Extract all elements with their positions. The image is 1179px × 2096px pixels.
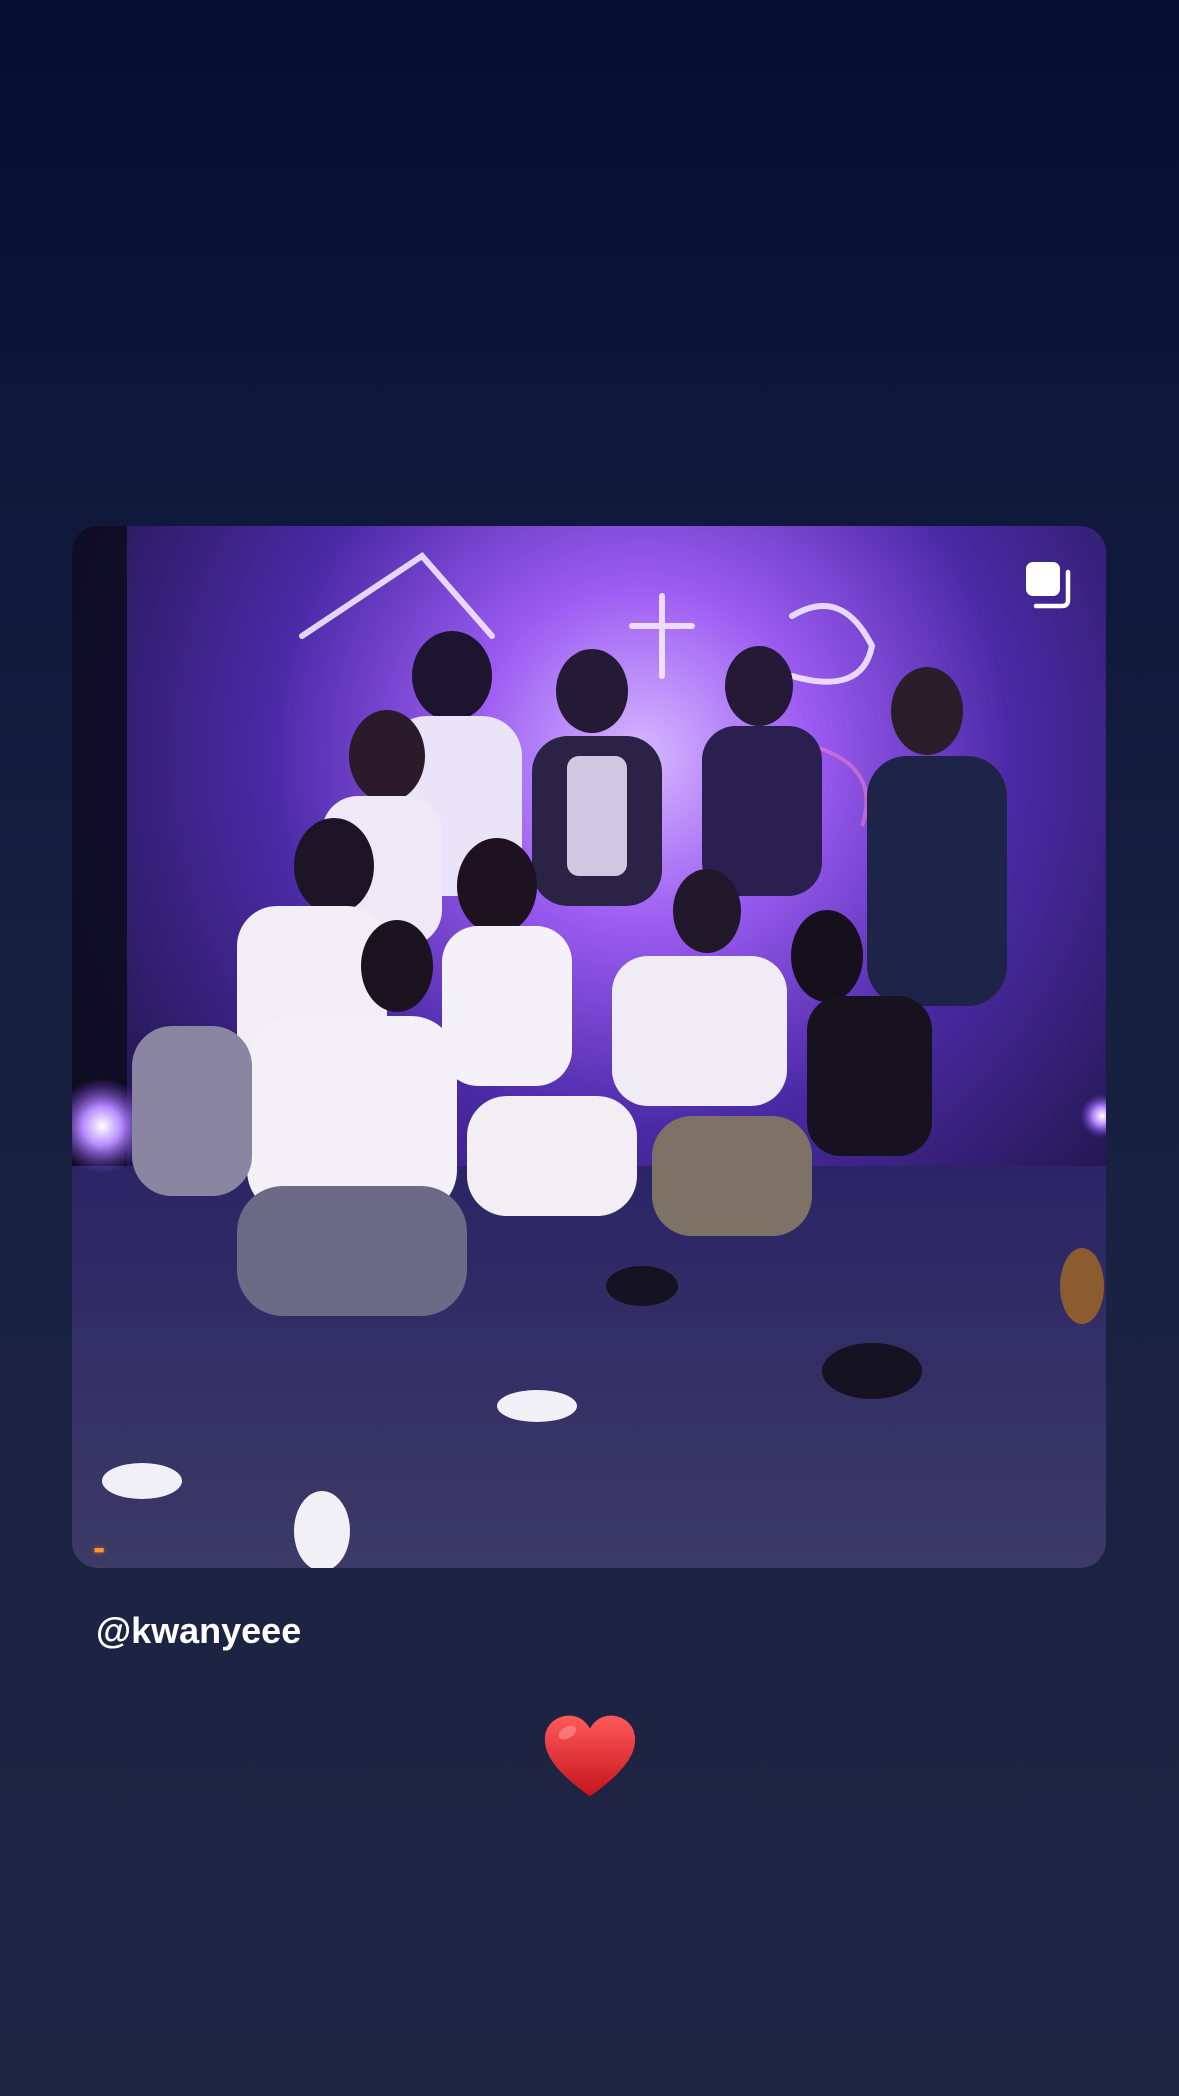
photo-date-stamp: '25 0	[72, 1540, 110, 1568]
story-post-card[interactable]: '25 0	[72, 526, 1106, 1568]
mention-link[interactable]: @kwanyeee	[96, 1610, 301, 1652]
group-photo	[72, 526, 1106, 1568]
multiple-images-icon	[1024, 560, 1074, 610]
red-heart-icon[interactable]	[543, 1712, 637, 1802]
